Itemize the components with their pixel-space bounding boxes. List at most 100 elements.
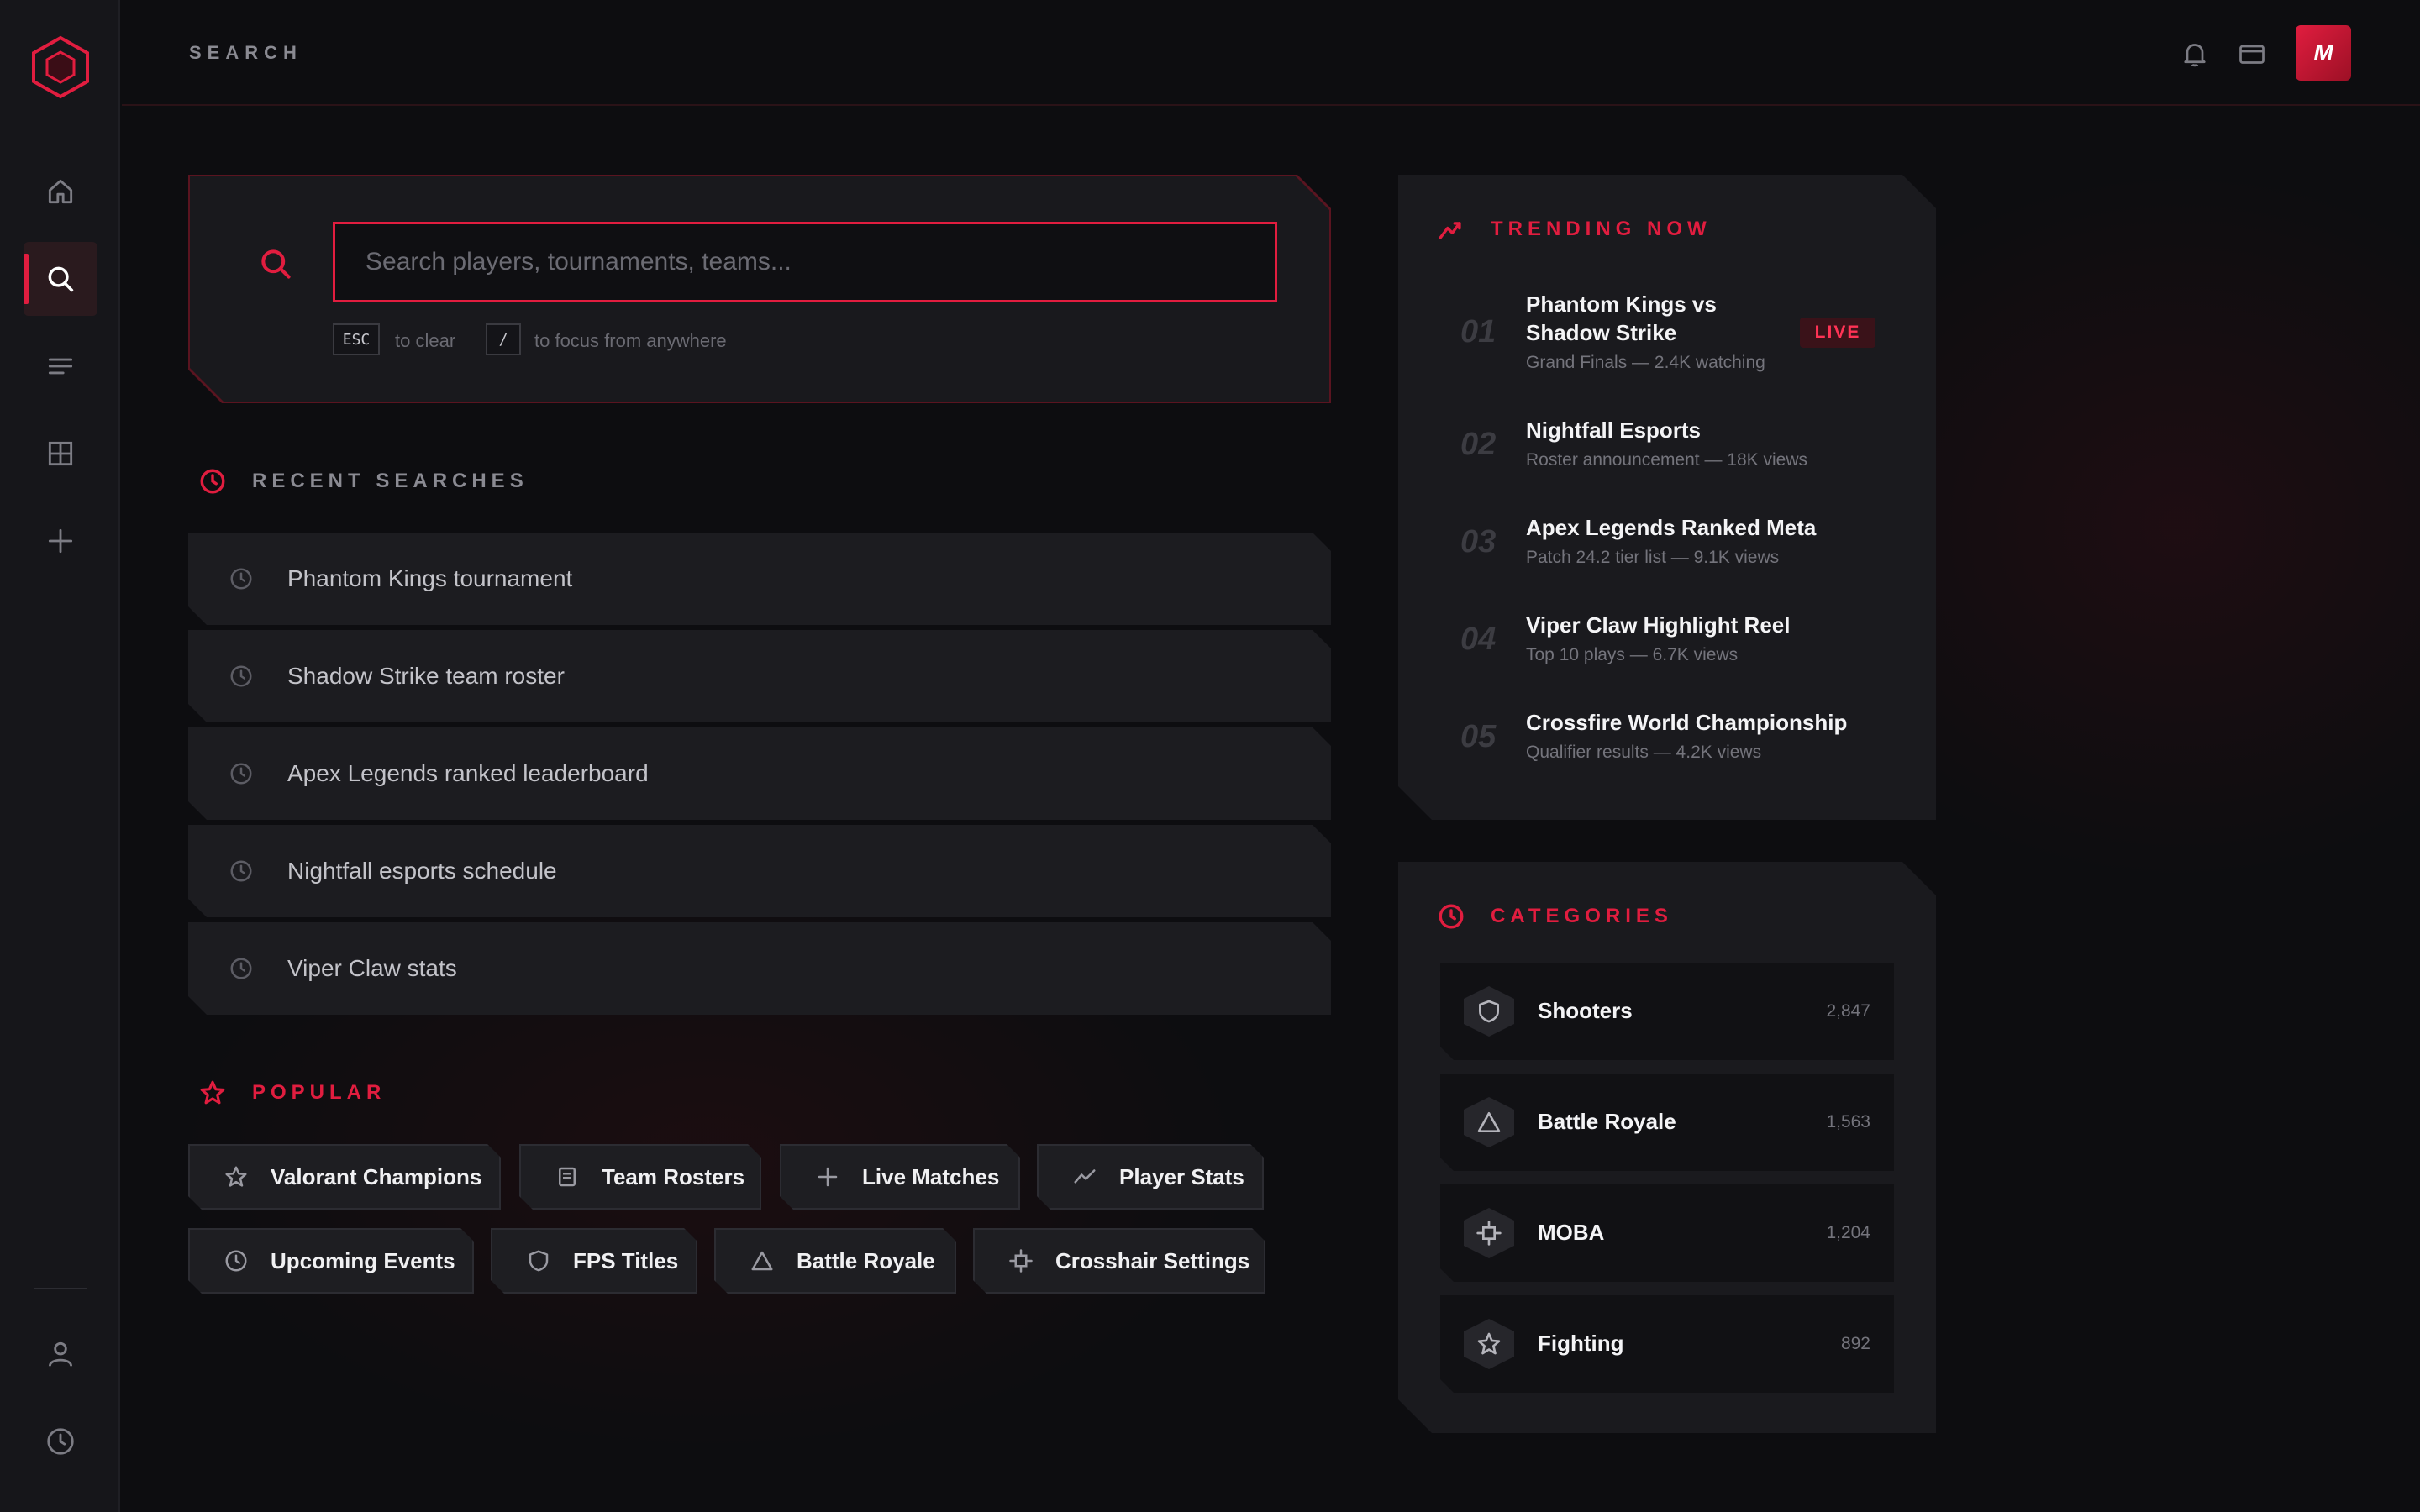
trending-title-line1: Phantom Kings vs [1526,291,1717,317]
sidebar-item-search[interactable] [24,242,97,316]
category-item-battle-royale[interactable]: Battle Royale 1,563 [1440,1074,1894,1171]
sidebar-item-list[interactable] [24,329,97,403]
clock-icon [229,956,254,981]
document-icon [555,1164,580,1189]
popular-chip[interactable]: Valorant Champions [188,1144,501,1210]
category-icon-badge [1464,1319,1514,1369]
slash-hint: to focus from anywhere [534,330,727,351]
sidebar-divider [34,1288,87,1289]
trending-subtitle: Top 10 plays — 6.7K views [1526,645,1739,664]
category-count: 892 [1840,1334,1870,1353]
popular-chip[interactable]: Battle Royale [714,1228,956,1294]
category-label: Fighting [1538,1331,1624,1356]
popular-chip[interactable]: Team Rosters [519,1144,761,1210]
category-icon-badge [1464,1097,1514,1147]
trend-icon [1439,222,1461,239]
recent-search-label: Apex Legends ranked leaderboard [287,760,649,786]
triangle-icon [750,1248,775,1273]
category-count: 1,563 [1826,1112,1870,1131]
user-icon [48,1341,73,1367]
trending-heading: TRENDING NOW [1437,215,1712,244]
category-label: MOBA [1538,1220,1605,1245]
notifications-button[interactable] [2178,37,2212,71]
wallet-button[interactable] [2235,37,2269,71]
sidebar-item-grid[interactable] [24,417,97,491]
popular-chip-label: FPS Titles [573,1247,679,1273]
clock-icon [229,858,254,884]
plus-icon [48,528,73,554]
trending-subtitle: Qualifier results — 4.2K views [1526,743,1762,762]
category-count: 1,204 [1826,1223,1870,1242]
recent-search-label: Phantom Kings tournament [287,565,573,591]
popular-chip[interactable]: Live Matches [780,1144,1020,1210]
popular-chip-label: Team Rosters [602,1163,745,1189]
star-icon [224,1164,249,1189]
recent-search-label: Shadow Strike team roster [287,663,565,689]
shield-icon [1476,998,1502,1025]
popular-chip-label: Valorant Champions [271,1163,482,1189]
recent-search-item[interactable]: Apex Legends ranked leaderboard [188,727,1331,820]
crosshair-icon [1476,1220,1502,1247]
popular-chip[interactable]: Crosshair Settings [973,1228,1265,1294]
recent-search-item[interactable]: Viper Claw stats [188,922,1331,1015]
clock-icon [47,1428,74,1455]
clock-icon [1439,904,1464,929]
trend-icon [1072,1164,1097,1189]
category-label: Battle Royale [1538,1109,1676,1134]
page-title: SEARCH [189,42,302,63]
trending-title: Nightfall Esports [1526,417,1702,443]
popular-title: POPULAR [252,1081,387,1104]
star-icon [1476,1331,1502,1357]
popular-chip[interactable]: Upcoming Events [188,1228,474,1294]
category-item-shooters[interactable]: Shooters 2,847 [1440,963,1894,1060]
sidebar-item-history[interactable] [24,1404,97,1478]
recent-search-item[interactable]: Phantom Kings tournament [188,533,1331,625]
recent-searches-heading: RECENT SEARCHES [198,467,529,496]
sidebar [0,0,120,1512]
avatar[interactable]: M [2296,25,2351,81]
trending-title: Crossfire World Championship [1526,710,1848,735]
esc-hint: to clear [395,330,456,351]
popular-chip-label: Live Matches [862,1163,1000,1189]
popular-chip-label: Upcoming Events [271,1247,455,1273]
popular-chip[interactable]: FPS Titles [491,1228,697,1294]
trending-title: TRENDING NOW [1491,218,1712,240]
grid-icon [48,441,73,466]
bell-icon [2184,44,2206,67]
trending-rank: 01 [1460,314,1497,349]
popular-chip-label: Battle Royale [797,1247,935,1273]
recent-searches-title: RECENT SEARCHES [252,470,529,492]
sidebar-item-home[interactable] [24,155,97,228]
triangle-icon [1476,1109,1502,1136]
clock-icon [229,664,254,689]
home-icon [48,179,73,204]
category-item-fighting[interactable]: Fighting 892 [1440,1295,1894,1393]
recent-search-item[interactable]: Shadow Strike team roster [188,630,1331,722]
categories-heading: CATEGORIES [1437,902,1673,931]
sidebar-item-profile[interactable] [24,1317,97,1391]
clock-icon [224,1248,249,1273]
trending-subtitle: Grand Finals — 2.4K watching [1526,353,1765,372]
popular-chip[interactable]: Player Stats [1037,1144,1264,1210]
trending-title: Viper Claw Highlight Reel [1526,612,1791,638]
trending-rank: 04 [1460,622,1497,657]
search-icon [48,266,74,292]
categories-title: CATEGORIES [1491,905,1673,927]
clock-icon [229,761,254,786]
recent-search-label: Nightfall esports schedule [287,858,557,884]
star-icon [200,1080,225,1105]
trending-title: Apex Legends Ranked Meta [1526,515,1817,540]
category-item-moba[interactable]: MOBA 1,204 [1440,1184,1894,1282]
category-icon-badge [1464,1208,1514,1258]
recent-search-item[interactable]: Nightfall esports schedule [188,825,1331,917]
slash-key: / [486,323,521,355]
trending-subtitle: Patch 24.2 tier list — 9.1K views [1526,548,1780,567]
logo-icon[interactable] [30,35,91,99]
sidebar-item-add[interactable] [24,504,97,578]
popular-heading: POPULAR [198,1079,386,1107]
trending-rank: 03 [1460,524,1497,559]
live-badge: LIVE [1800,318,1876,348]
plus-icon [815,1164,840,1189]
search-input[interactable] [333,222,1277,302]
search-icon [257,245,294,282]
